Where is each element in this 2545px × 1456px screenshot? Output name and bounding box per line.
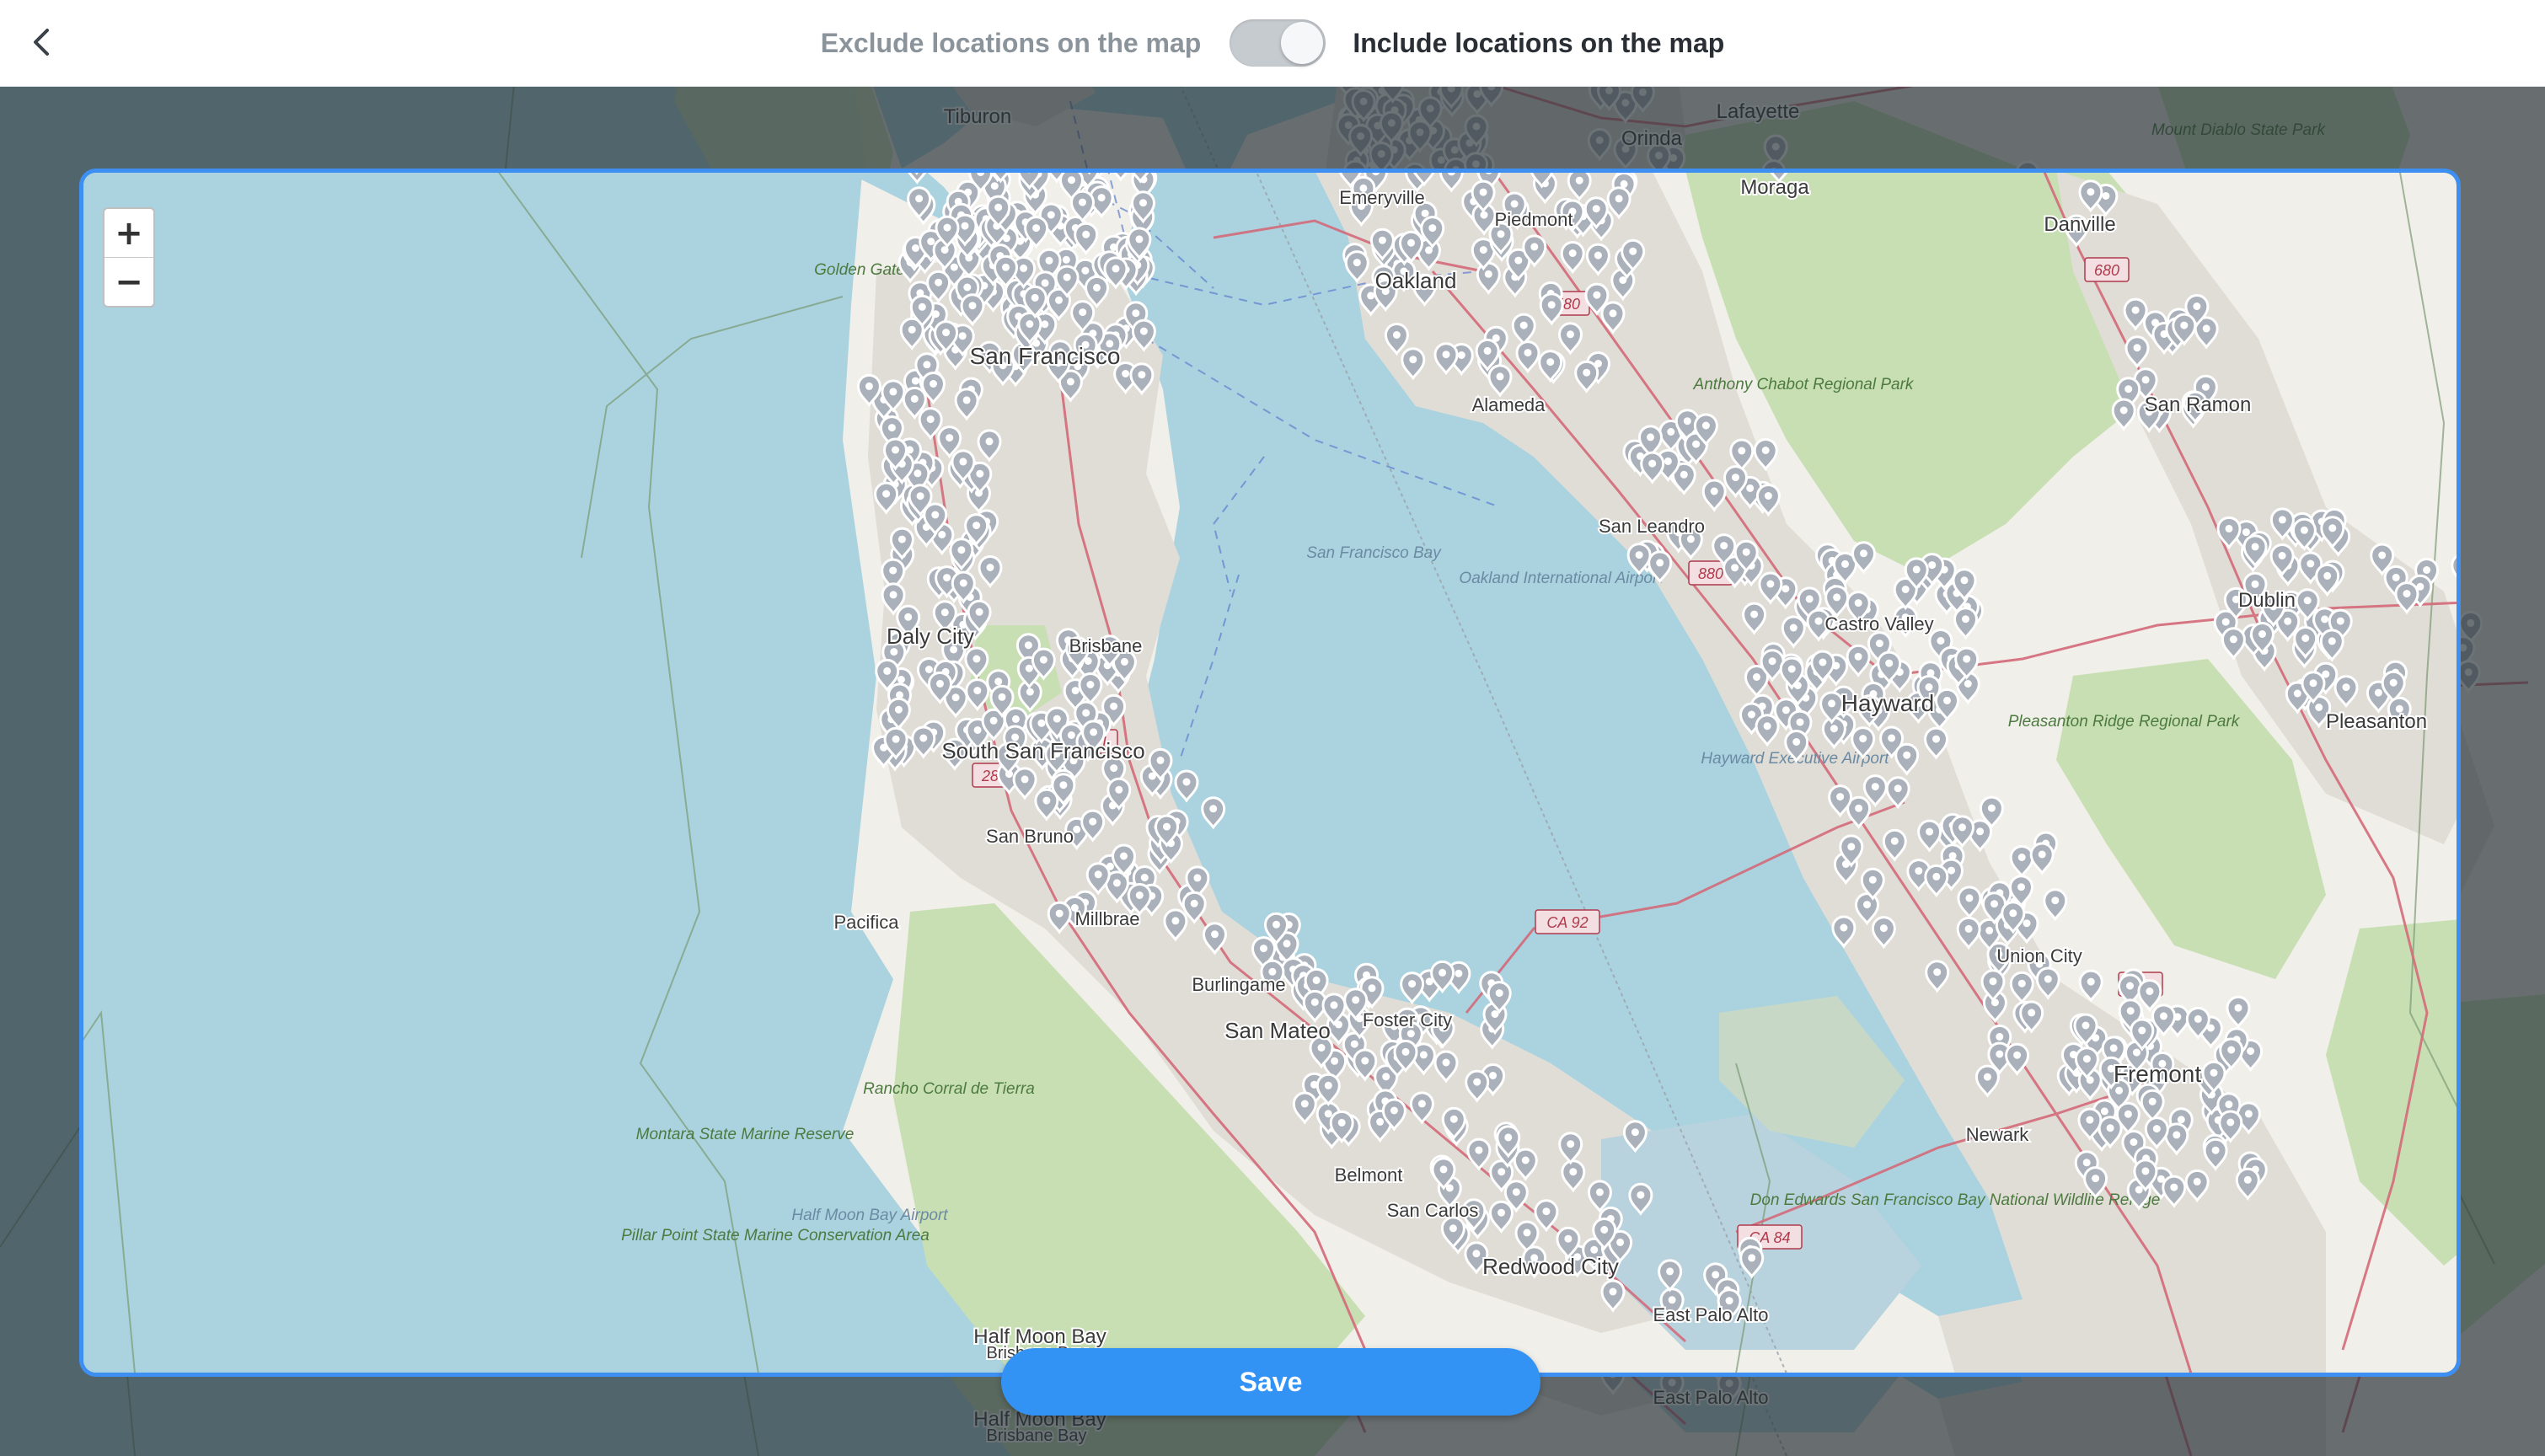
place-label: Newark [1966,1124,2030,1145]
place-label: Burlingame [1192,974,1285,995]
park-label: Anthony Chabot Regional Park [1693,376,1915,393]
location-mode-toggle-group: Exclude locations on the map Include loc… [0,0,2545,86]
place-label: Pleasanton [2326,710,2427,733]
place-label: Foster City [1363,1009,1452,1030]
place-label: Oakland [1375,268,1457,293]
location-marker[interactable] [1079,169,1101,175]
water-label: Half Moon Bay Airport [791,1207,948,1224]
route-label: CA 92 [1546,914,1588,931]
place-label: Brisbane Bay [987,1427,1087,1445]
place-label: Hayward [1841,690,1934,716]
selection-frame[interactable]: Mount Diablo State ParkAnthony Chabot Re… [79,169,2461,1377]
location-mode-toggle[interactable] [1230,19,1326,67]
place-label: Daly City [887,624,974,649]
place-label: Tiburon [944,105,1011,128]
place-label: Alameda [1472,394,1546,415]
place-label: Piedmont [1495,209,1573,230]
park-label: Pleasanton Ridge Regional Park [2008,713,2241,731]
park-label: Montara State Marine Reserve [636,1126,855,1143]
place-label: Pacifica [833,912,899,933]
place-label: East Palo Alto [1653,1387,1769,1408]
location-marker[interactable] [1008,169,1030,170]
place-label: Castro Valley [1824,613,1933,634]
place-label: Dublin [2238,589,2296,612]
location-marker[interactable] [2456,579,2461,608]
place-label: San Bruno [986,826,1074,847]
place-label: Lafayette [1717,100,1800,123]
place-label: South San Francisco [941,738,1144,763]
include-locations-label[interactable]: Include locations on the map [1353,28,1724,59]
zoom-control: + − [103,207,155,308]
place-label: Emeryville [1339,187,1424,208]
place-label: Millbrae [1074,908,1139,929]
exclude-locations-label[interactable]: Exclude locations on the map [821,28,1202,59]
park-label: Mount Diablo State Park [2151,121,2326,139]
map-canvas[interactable]: Mount Diablo State ParkAnthony Chabot Re… [79,169,2461,1373]
route-label: 680 [2094,262,2119,279]
toggle-knob [1281,22,1324,64]
save-button[interactable]: Save [1001,1348,1540,1416]
place-label: Orinda [1621,127,1683,150]
place-label: Moraga [1740,176,1809,199]
place-label: Belmont [1335,1164,1403,1186]
park-label: Golden Gate [814,261,905,279]
zoom-in-button[interactable]: + [104,209,153,258]
route-label: 880 [1698,565,1723,582]
water-label: Oakland International Airport [1459,570,1663,587]
location-marker[interactable] [2460,529,2461,559]
top-bar: Exclude locations on the map Include loc… [0,0,2545,87]
water-label: San Francisco Bay [1306,544,1442,562]
map-layer-fg: Mount Diablo State ParkAnthony Chabot Re… [83,169,2461,1373]
place-label: Brisbane [1069,635,1143,656]
park-label: Rancho Corral de Tierra [863,1080,1035,1098]
place-label: San Mateo [1224,1018,1331,1043]
place-label: Fremont [2114,1061,2201,1087]
place-label: San Francisco [970,343,1121,369]
zoom-out-button[interactable]: − [104,258,153,306]
place-label: San Carlos [1387,1200,1479,1221]
place-label: San Leandro [1599,516,1705,537]
place-label: Danville [2044,213,2115,236]
place-label: East Palo Alto [1653,1304,1769,1325]
place-label: Redwood City [1482,1254,1619,1279]
park-label: Pillar Point State Marine Conservation A… [621,1227,930,1245]
place-label: San Ramon [2145,393,2252,416]
place-label: Union City [1996,945,2082,966]
